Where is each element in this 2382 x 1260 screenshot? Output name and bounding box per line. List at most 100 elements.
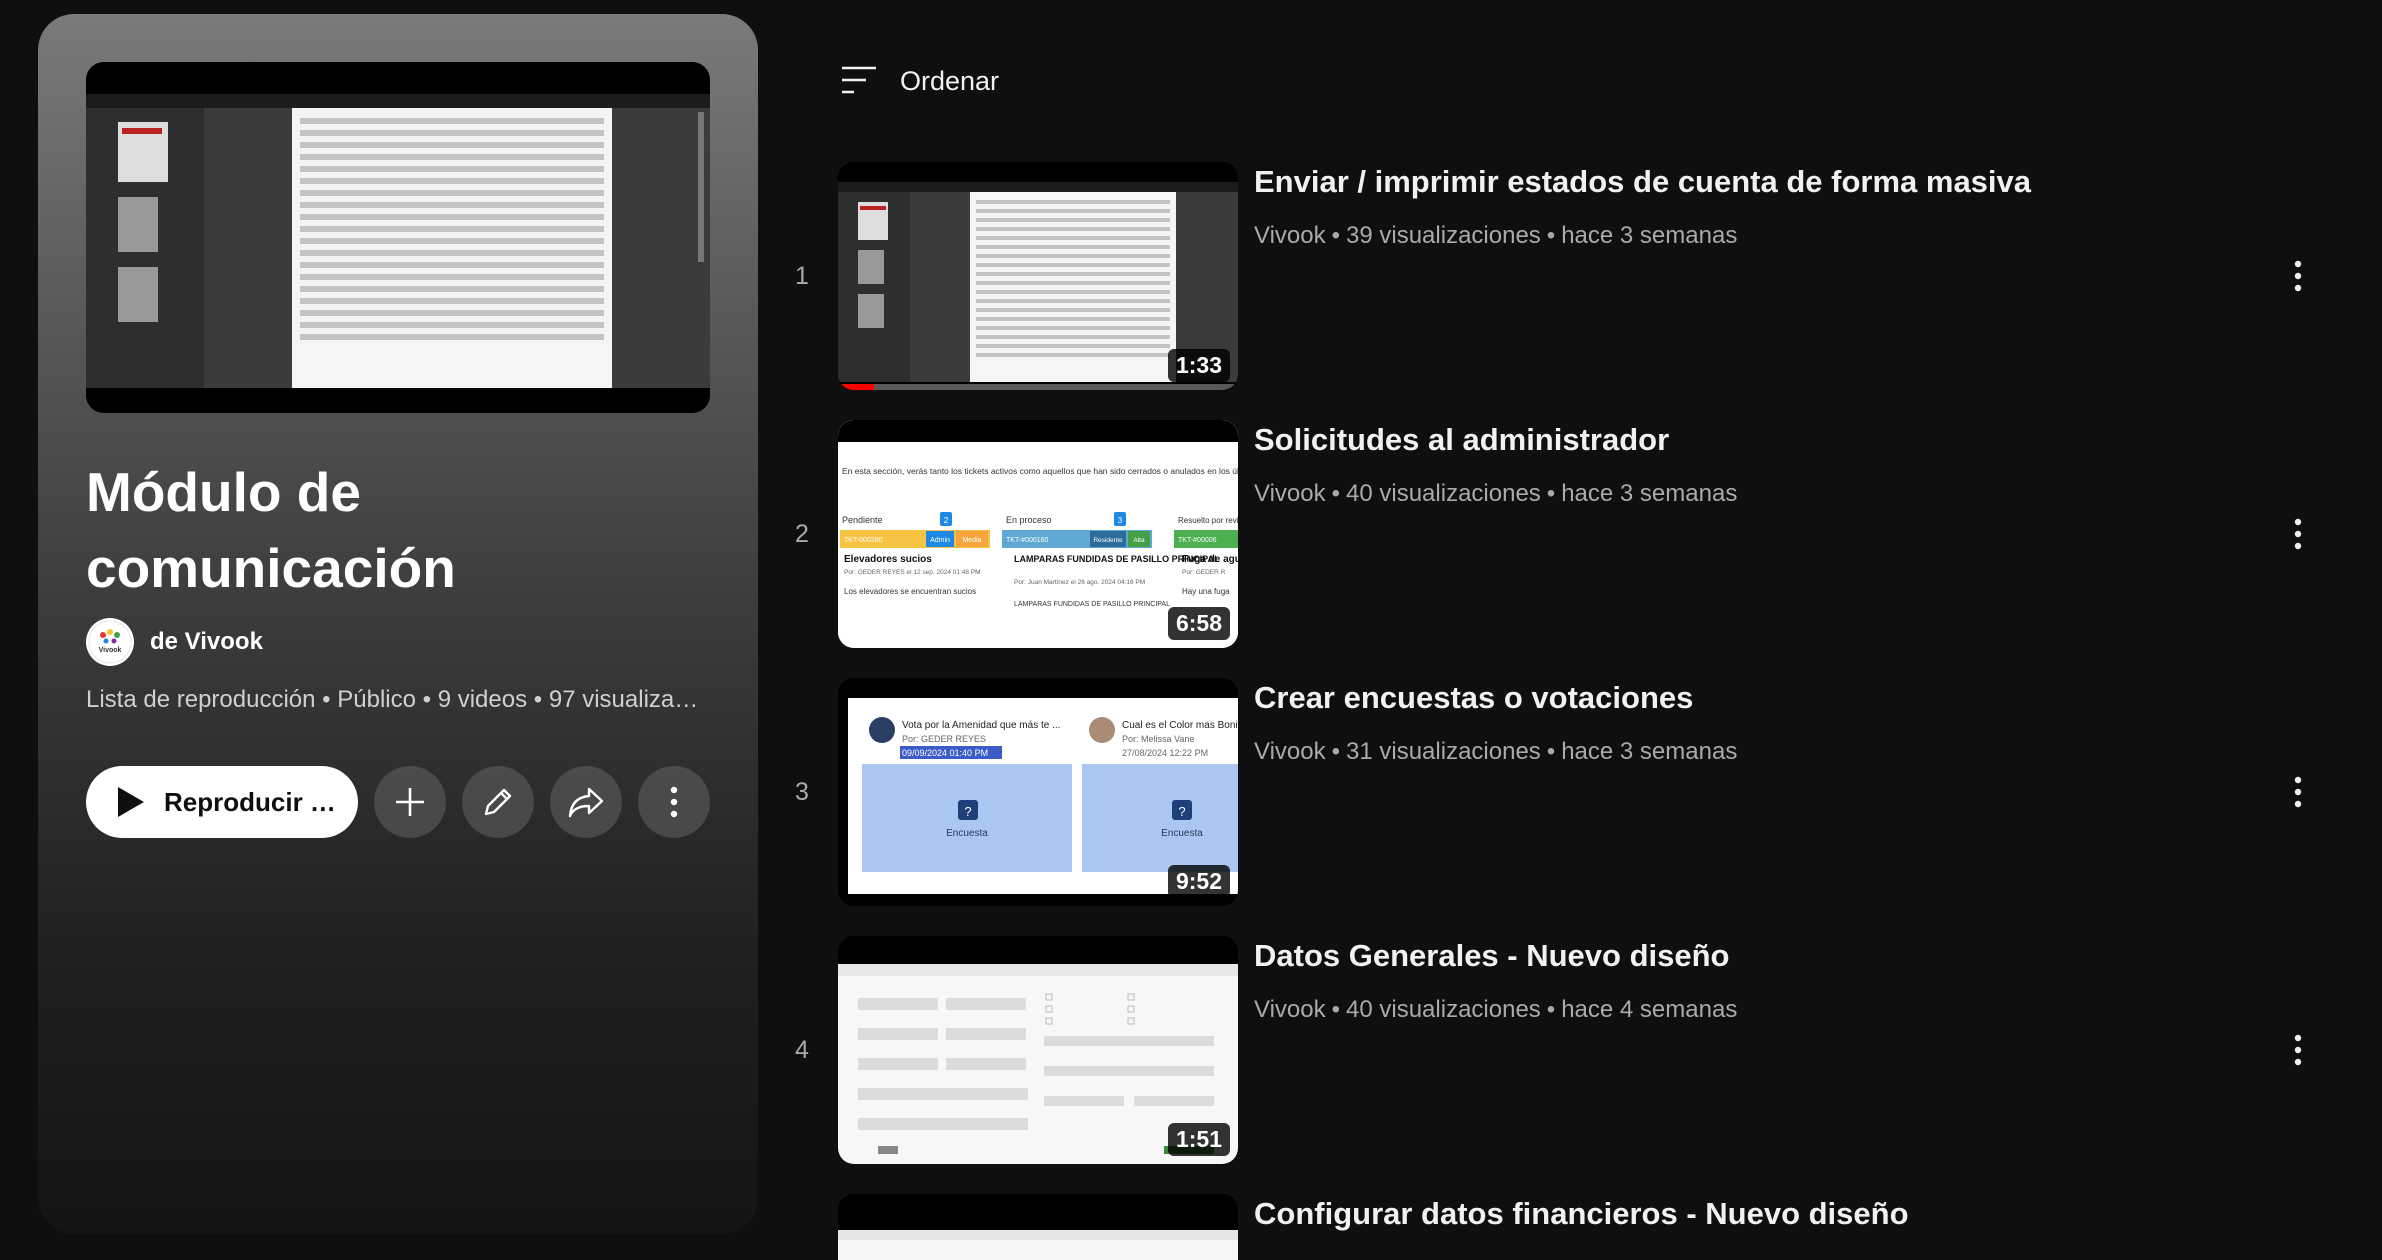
- playlist-view-count: 97 visualizaciones: [548, 686, 710, 713]
- playlist-owner[interactable]: Vivook de Vivook: [86, 618, 263, 666]
- svg-text:Por: GEDER REYES el 12 sep. 20: Por: GEDER REYES el 12 sep. 2024 01:48 P…: [844, 569, 981, 576]
- svg-text:2: 2: [944, 516, 949, 525]
- more-vert-icon: [2294, 260, 2302, 292]
- svg-text:TKT-#000160: TKT-#000160: [1006, 537, 1049, 544]
- play-icon: [118, 787, 144, 817]
- save-playlist-button[interactable]: [374, 766, 446, 838]
- plus-icon: [396, 788, 424, 816]
- video-meta: Vivook • 40 visualizaciones • hace 3 semanas: [1254, 480, 1738, 507]
- playlist-video-count: 9 videos: [437, 686, 528, 713]
- video-index: 3: [795, 777, 809, 806]
- video-age: hace 3 semanas: [1561, 480, 1738, 507]
- video-views: 39 visualizaciones: [1346, 222, 1541, 249]
- video-title[interactable]: Solicitudes al administrador: [1254, 422, 2254, 458]
- share-icon: [568, 787, 604, 818]
- play-all-button[interactable]: Reproducir todo: [86, 766, 358, 838]
- video-duration: 9:52: [1167, 865, 1230, 898]
- more-vert-icon: [670, 786, 678, 818]
- video-index: 2: [795, 519, 809, 548]
- video-thumbnail[interactable]: 1:33: [838, 162, 1238, 390]
- sort-icon: [842, 66, 876, 94]
- svg-text:En esta sección, verás tanto l: En esta sección, verás tanto los tickets…: [842, 466, 1238, 476]
- svg-text:Por: GEDER REYES: Por: GEDER REYES: [902, 734, 986, 744]
- video-menu-button[interactable]: [2274, 510, 2322, 558]
- svg-text:09/09/2024 01:40 PM: 09/09/2024 01:40 PM: [902, 748, 988, 758]
- svg-text:TKT-#00006: TKT-#00006: [1178, 537, 1217, 544]
- video-duration: 6:58: [1167, 607, 1230, 640]
- svg-text:Resuelto por revis: Resuelto por revis: [1178, 516, 1238, 525]
- svg-text:Pendiente: Pendiente: [842, 515, 883, 525]
- svg-text:TKT-000280: TKT-000280: [844, 537, 883, 544]
- svg-text:Vota por la Amenidad que más t: Vota por la Amenidad que más te ...: [902, 720, 1060, 731]
- svg-text:Hay una fuga: Hay una fuga: [1182, 587, 1230, 596]
- video-title[interactable]: Enviar / imprimir estados de cuenta de f…: [1254, 164, 2254, 200]
- video-channel[interactable]: Vivook: [1254, 738, 1326, 765]
- svg-text:Encuesta: Encuesta: [946, 828, 988, 839]
- playlist-video-item[interactable]: 2 En esta sección, verás tanto los ticke…: [780, 420, 2350, 650]
- video-thumbnail[interactable]: 1:51: [838, 936, 1238, 1164]
- video-views: 40 visualizaciones: [1346, 996, 1541, 1023]
- video-title[interactable]: Crear encuestas o votaciones: [1254, 680, 2254, 716]
- playlist-header-panel: Módulo de comunicación Vivook de Vivook …: [38, 14, 758, 1234]
- video-thumbnail[interactable]: Vota por la Amenidad que más te ... Por:…: [838, 678, 1238, 906]
- video-duration: 1:51: [1167, 1123, 1230, 1156]
- playlist-privacy: Público: [337, 686, 416, 713]
- svg-text:3: 3: [1118, 516, 1123, 525]
- video-menu-button[interactable]: [2274, 768, 2322, 816]
- playlist-meta: Lista de reproducción • Público • 9 vide…: [86, 686, 710, 714]
- playlist-video-item[interactable]: Configurar datos financieros - Nuevo dis…: [780, 1194, 2350, 1260]
- channel-avatar[interactable]: Vivook: [86, 618, 134, 666]
- svg-text:LAMPARAS FUNDIDAS DE PASILLO P: LAMPARAS FUNDIDAS DE PASILLO PRINCIPAL: [1014, 601, 1170, 608]
- video-views: 40 visualizaciones: [1346, 480, 1541, 507]
- video-thumbnail[interactable]: En esta sección, verás tanto los tickets…: [838, 420, 1238, 648]
- svg-text:Alta: Alta: [1133, 537, 1145, 544]
- video-channel[interactable]: Vivook: [1254, 996, 1326, 1023]
- video-age: hace 3 semanas: [1561, 738, 1738, 765]
- video-thumbnail[interactable]: [838, 1194, 1238, 1260]
- playlist-title: Módulo de comunicación: [86, 461, 456, 599]
- playlist-video-item[interactable]: 1 1:33 Enviar / imprimir estados de cuen…: [780, 162, 2350, 392]
- video-age: hace 3 semanas: [1561, 222, 1738, 249]
- watch-progress-bar: [838, 384, 874, 390]
- svg-text:Por: Melissa Vane: Por: Melissa Vane: [1122, 734, 1194, 744]
- svg-text:Vivook: Vivook: [99, 647, 122, 654]
- video-menu-button[interactable]: [2274, 252, 2322, 300]
- video-meta: Vivook • 40 visualizaciones • hace 4 semanas: [1254, 996, 1738, 1023]
- more-vert-icon: [2294, 518, 2302, 550]
- sort-button[interactable]: Ordenar: [840, 64, 999, 98]
- svg-text:Media: Media: [962, 537, 981, 544]
- video-index: 4: [795, 1035, 809, 1064]
- playlist-hero-thumbnail[interactable]: [86, 62, 710, 413]
- video-age: hace 4 semanas: [1561, 996, 1738, 1023]
- playlist-video-item[interactable]: 3 Vota por la Amenidad que más te ... Po…: [780, 678, 2350, 908]
- video-index: 1: [795, 261, 809, 290]
- svg-text:Cual es el Color mas Bonit: Cual es el Color mas Bonit: [1122, 720, 1238, 731]
- svg-text:Los elevadores se encuentran s: Los elevadores se encuentran sucios: [844, 587, 976, 596]
- more-vert-icon: [2294, 1034, 2302, 1066]
- video-meta: Vivook • 31 visualizaciones • hace 3 semanas: [1254, 738, 1738, 765]
- svg-text:Encuesta: Encuesta: [1161, 828, 1203, 839]
- video-duration: 1:33: [1167, 349, 1230, 382]
- video-menu-button[interactable]: [2274, 1026, 2322, 1074]
- sort-label: Ordenar: [900, 65, 1000, 96]
- channel-name[interactable]: de Vivook: [150, 628, 263, 656]
- share-playlist-button[interactable]: [550, 766, 622, 838]
- pencil-icon: [484, 788, 512, 816]
- playlist-video-item[interactable]: 4 1:51 Datos Generales - Nuevo diseño Vi…: [780, 936, 2350, 1166]
- edit-playlist-button[interactable]: [462, 766, 534, 838]
- svg-text:Por: Juan Martínez el 26 ago.: Por: Juan Martínez el 26 ago. 2024 04:16…: [1014, 579, 1145, 586]
- video-views: 31 visualizaciones: [1346, 738, 1541, 765]
- more-actions-button[interactable]: [638, 766, 710, 838]
- vivook-logo: Vivook: [88, 620, 132, 664]
- video-title[interactable]: Configurar datos financieros - Nuevo dis…: [1254, 1196, 2254, 1232]
- watch-progress-track: [838, 384, 1238, 390]
- svg-text:Residente: Residente: [1093, 537, 1123, 544]
- video-title[interactable]: Datos Generales - Nuevo diseño: [1254, 938, 2254, 974]
- hero-screenshot: [86, 62, 710, 413]
- playlist-type: Lista de reproducción: [86, 686, 316, 713]
- svg-text:Admin: Admin: [930, 537, 950, 544]
- video-channel[interactable]: Vivook: [1254, 480, 1326, 507]
- video-channel[interactable]: Vivook: [1254, 222, 1326, 249]
- thumbnail-image: [838, 1194, 1238, 1260]
- svg-text:Fuga de agu: Fuga de agu: [1182, 554, 1238, 565]
